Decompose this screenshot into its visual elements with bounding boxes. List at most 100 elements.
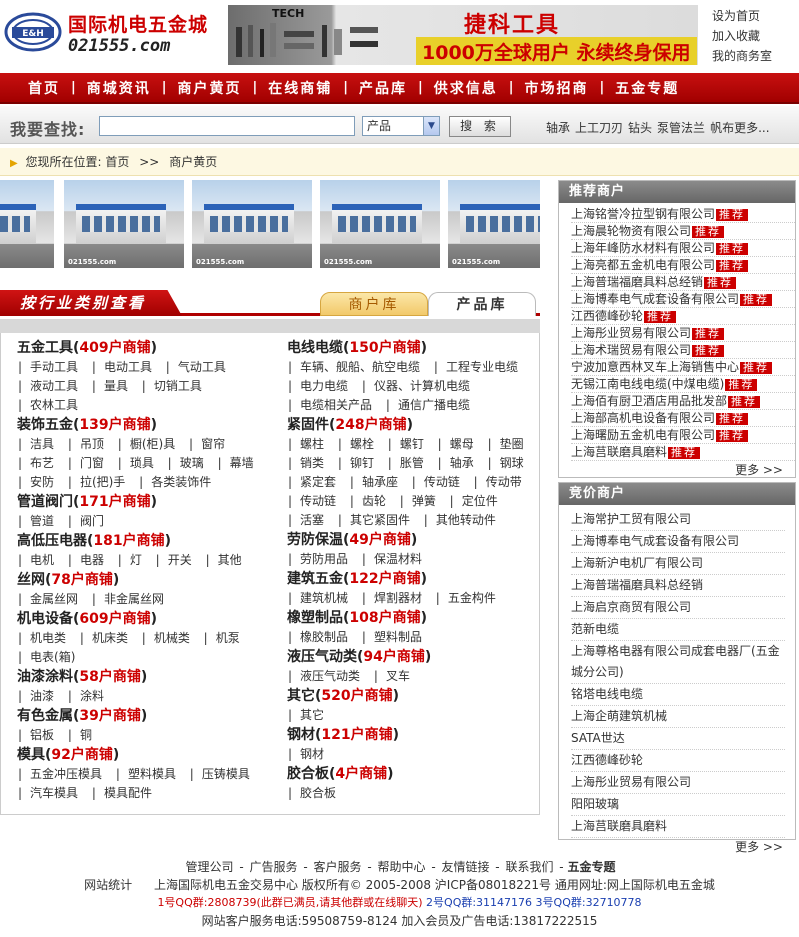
market-photo[interactable]: 021555.com [320,180,440,268]
tab-merchant-library[interactable]: 商户库 [320,292,428,316]
search-type-select[interactable]: 产品 ▼ [362,116,440,136]
category-name[interactable]: 钢材(121户商铺) [287,726,537,745]
subcategory-link[interactable]: 螺母 [438,437,474,451]
bidding-item[interactable]: 江西德峰砂轮 [571,750,785,772]
subcategory-link[interactable]: 手动工具 [18,360,78,374]
recommended-item[interactable]: 宁波加意西林叉车上海销售中心 推荐 [571,359,795,376]
subcategory-link[interactable]: 其他 [206,553,242,567]
subcategory-link[interactable]: 电动工具 [92,360,152,374]
footer-link[interactable]: 帮助中心 [377,860,425,874]
subcategory-link[interactable]: 门窗 [68,456,104,470]
category-name[interactable]: 建筑五金(122户商铺) [287,570,537,589]
subcategory-link[interactable]: 销类 [288,456,324,470]
subcategory-link[interactable]: 活塞 [288,513,324,527]
recommended-item[interactable]: 江西德峰砂轮 推荐 [571,308,795,325]
category-name[interactable]: 胶合板(4户商铺) [287,765,537,784]
subcategory-link[interactable]: 垫圈 [488,437,524,451]
bidding-item[interactable]: 阳阳玻璃 [571,794,785,816]
recommended-item[interactable]: 上海彤业贸易有限公司 推荐 [571,325,795,342]
recommended-item[interactable]: 上海博奉电气成套设备有限公司 推荐 [571,291,795,308]
hot-keyword-link[interactable]: 帆布更多... [710,121,769,135]
subcategory-link[interactable]: 建筑机械 [288,591,348,605]
subcategory-link[interactable]: 车辆、舰船、航空电缆 [288,360,420,374]
subcategory-link[interactable]: 幕墙 [218,456,254,470]
subcategory-link[interactable]: 机械类 [142,631,190,645]
subcategory-link[interactable]: 开关 [156,553,192,567]
category-name[interactable]: 劳防保温(49户商铺) [287,531,537,550]
subcategory-link[interactable]: 液压气动类 [288,669,360,683]
subcategory-link[interactable]: 电器 [68,553,104,567]
nav-item[interactable]: 产品库 [359,78,407,98]
subcategory-link[interactable]: 阀门 [68,514,104,528]
bidding-item[interactable]: 上海彤业贸易有限公司 [571,772,785,794]
category-name[interactable]: 装饰五金(139户商铺) [17,416,277,435]
subcategory-link[interactable]: 齿轮 [350,494,386,508]
nav-item[interactable]: 在线商铺 [268,78,332,98]
subcategory-link[interactable]: 传动带 [474,475,522,489]
bidding-item[interactable]: 上海尊格电器有限公司成套电器厂(五金城分公司) [571,641,785,684]
recommended-item[interactable]: 上海部高机电设备有限公司 推荐 [571,410,795,427]
subcategory-link[interactable]: 窗帘 [189,437,225,451]
subcategory-link[interactable]: 电缆相关产品 [288,398,372,412]
subcategory-link[interactable]: 涂料 [68,689,104,703]
nav-item[interactable]: 五金专题 [615,78,679,98]
subcategory-link[interactable]: 其他转动件 [424,513,496,527]
subcategory-link[interactable]: 洁具 [18,437,54,451]
ad-banner[interactable]: TECH 捷科工具 1000万全球用户 永续终身保用 [228,5,698,65]
bidding-more-link[interactable]: 更多 >> [559,838,795,856]
add-favorite-link[interactable]: 加入收藏 [712,26,772,46]
subcategory-link[interactable]: 气动工具 [166,360,226,374]
footer-link[interactable]: 广告服务 [250,860,298,874]
recommended-item[interactable]: 上海年峰防水材料有限公司 推荐 [571,240,795,257]
subcategory-link[interactable]: 胶合板 [288,786,336,800]
footer-link[interactable]: 五金专题 [567,860,615,874]
subcategory-link[interactable]: 非金属丝网 [92,592,164,606]
category-name[interactable]: 五金工具(409户商铺) [17,339,277,358]
search-input[interactable] [99,116,355,136]
bidding-item[interactable]: SATA世达 [571,728,785,750]
recommended-more-link[interactable]: 更多 >> [559,461,795,479]
set-homepage-link[interactable]: 设为首页 [712,6,772,26]
subcategory-link[interactable]: 机泵 [204,631,240,645]
subcategory-link[interactable]: 保温材料 [362,552,422,566]
bidding-item[interactable]: 上海莒联磨具磨料 [571,816,785,838]
subcategory-link[interactable]: 橡胶制品 [288,630,348,644]
category-name[interactable]: 丝网(78户商铺) [17,571,277,590]
subcategory-link[interactable]: 金属丝网 [18,592,78,606]
subcategory-link[interactable]: 电力电缆 [288,379,348,393]
subcategory-link[interactable]: 农林工具 [18,398,78,412]
nav-item[interactable]: 首页 [28,78,60,98]
subcategory-link[interactable]: 油漆 [18,689,54,703]
category-name[interactable]: 油漆涂料(58户商铺) [17,668,277,687]
subcategory-link[interactable]: 橱(柜)具 [118,437,175,451]
nav-item[interactable]: 商城资讯 [87,78,151,98]
subcategory-link[interactable]: 电机 [18,553,54,567]
subcategory-link[interactable]: 胀管 [388,456,424,470]
site-stats-link[interactable]: 网站统计 [84,878,132,892]
category-name[interactable]: 有色金属(39户商铺) [17,707,277,726]
subcategory-link[interactable]: 塑料模具 [116,767,176,781]
subcategory-link[interactable]: 传动链 [412,475,460,489]
category-name[interactable]: 其它(520户商铺) [287,687,537,706]
subcategory-link[interactable]: 焊割器材 [362,591,422,605]
subcategory-link[interactable]: 汽车模具 [18,786,78,800]
tab-product-library[interactable]: 产品库 [428,292,536,316]
subcategory-link[interactable]: 安防 [18,475,54,489]
market-photo[interactable]: 021555.com [448,180,540,268]
subcategory-link[interactable]: 钢球 [488,456,524,470]
market-photo[interactable]: 021555.com [192,180,312,268]
category-name[interactable]: 高低压电器(181户商铺) [17,532,277,551]
subcategory-link[interactable]: 铆钉 [338,456,374,470]
subcategory-link[interactable]: 电表(箱) [18,650,75,664]
recommended-item[interactable]: 上海普瑞福磨具料总经销 推荐 [571,274,795,291]
footer-link[interactable]: 管理公司 [186,860,234,874]
subcategory-link[interactable]: 定位件 [450,494,498,508]
subcategory-link[interactable]: 仪器、计算机电缆 [362,379,470,393]
subcategory-link[interactable]: 工程专业电缆 [434,360,518,374]
footer-link[interactable]: 客户服务 [314,860,362,874]
subcategory-link[interactable]: 轴承座 [350,475,398,489]
market-photo[interactable]: 021555.com [0,180,54,268]
subcategory-link[interactable]: 管道 [18,514,54,528]
qq-group-3[interactable]: 3号QQ群:32710778 [536,896,642,909]
subcategory-link[interactable]: 五金构件 [436,591,496,605]
